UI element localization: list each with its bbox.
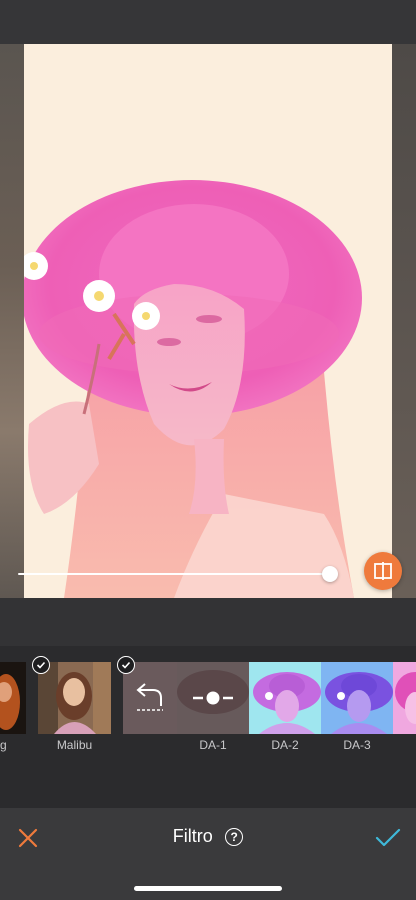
filter-thumbnail[interactable] (0, 662, 26, 734)
filter-thumbnail[interactable] (393, 662, 416, 734)
thumb-image (0, 662, 26, 734)
thumb-image (38, 662, 111, 734)
thumb-image (393, 662, 416, 734)
filter-thumbnail-malibu[interactable] (38, 662, 111, 734)
compare-button[interactable] (364, 552, 402, 590)
top-status-area (0, 0, 416, 44)
slider-track[interactable] (18, 573, 332, 575)
undo-filter-button[interactable] (123, 662, 177, 734)
slider-knob[interactable] (322, 566, 338, 582)
edited-photo (24, 44, 392, 598)
filter-thumbnail-da-2[interactable] (249, 662, 321, 734)
photo-canvas (0, 44, 416, 598)
selected-check-badge (117, 656, 135, 674)
intensity-slider[interactable] (18, 563, 340, 587)
filter-thumbnail-da-3[interactable] (321, 662, 393, 734)
toolbar-spacer (0, 598, 416, 646)
filter-strip[interactable]: g Malibu DA-1 DA-2 DA-3 (0, 646, 416, 808)
checkmark-icon (121, 661, 131, 669)
checkmark-icon (36, 661, 46, 669)
filter-label-da-3: DA-3 (343, 738, 371, 752)
filter-label-malibu: Malibu (56, 738, 93, 752)
editor-title: Filtro ? (0, 826, 416, 847)
filter-label-da-2: DA-2 (271, 738, 299, 752)
filter-label-da-1: DA-1 (199, 738, 227, 752)
compare-split-icon (374, 562, 392, 580)
filter-label: g (0, 738, 7, 752)
portrait-illustration (24, 44, 392, 598)
confirm-button[interactable] (372, 824, 404, 852)
checkmark-icon (375, 828, 401, 847)
page-title: Filtro (172, 826, 213, 846)
blurred-background-left (0, 44, 24, 598)
home-indicator[interactable] (134, 886, 282, 891)
filter-thumbnail-da-1[interactable] (177, 662, 249, 734)
thumb-image (249, 662, 321, 734)
blurred-background-right (392, 44, 416, 598)
help-icon[interactable]: ? (225, 827, 244, 846)
thumb-image (321, 662, 393, 734)
undo-icon (136, 683, 163, 711)
selected-check-badge (32, 656, 50, 674)
bottom-action-bar: Filtro ? (0, 808, 416, 900)
adjust-slider-icon (193, 691, 233, 705)
